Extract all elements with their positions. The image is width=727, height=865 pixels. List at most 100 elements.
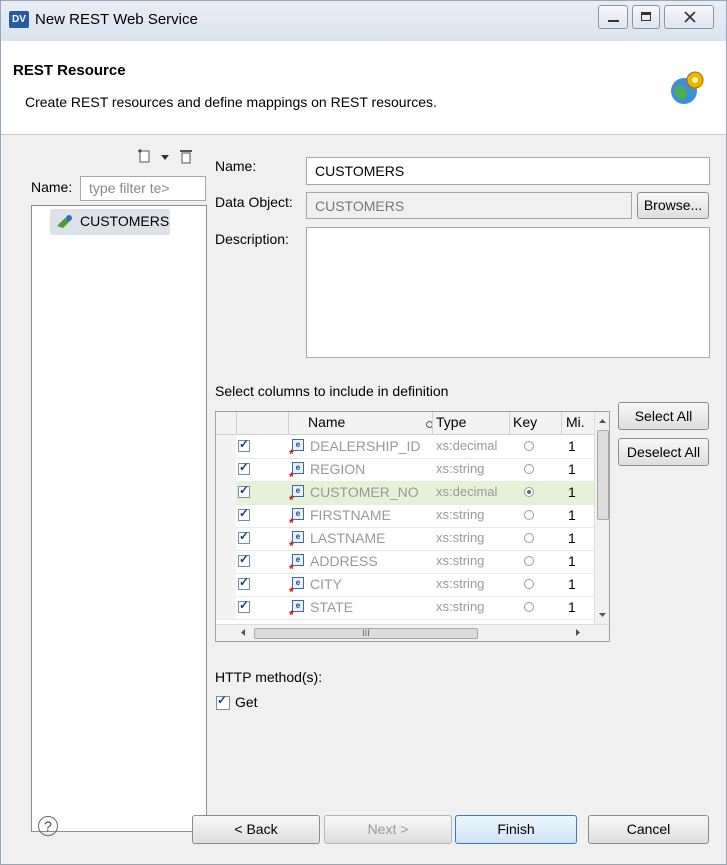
page-description: Create REST resources and define mapping… <box>25 94 437 110</box>
include-checkbox[interactable] <box>238 552 250 567</box>
row-selector[interactable] <box>216 527 236 550</box>
page-header: REST Resource Create REST resources and … <box>1 41 726 135</box>
scroll-thumb[interactable] <box>597 430 609 520</box>
column-header-type[interactable]: Type <box>436 414 466 430</box>
row-selector[interactable] <box>216 573 236 596</box>
back-button[interactable]: < Back <box>192 815 320 844</box>
row-selector[interactable] <box>216 458 236 481</box>
table-header: Name Type Key Mi. <box>216 412 609 435</box>
description-field[interactable] <box>306 227 710 358</box>
column-min: 1 <box>568 507 576 523</box>
include-checkbox[interactable] <box>238 506 250 521</box>
row-selector[interactable] <box>216 596 236 619</box>
table-row[interactable]: e*CITYxs:string1 <box>216 573 594 599</box>
column-type: xs:string <box>436 576 485 591</box>
browse-button[interactable]: Browse... <box>637 192 709 219</box>
key-radio[interactable] <box>524 487 534 497</box>
column-name: LASTNAME <box>310 530 386 546</box>
include-checkbox[interactable] <box>238 529 250 544</box>
name-field[interactable]: CUSTOMERS <box>306 157 710 185</box>
scroll-right-icon[interactable] <box>571 625 585 640</box>
table-row[interactable]: e*STATExs:string1 <box>216 596 594 622</box>
include-checkbox[interactable] <box>238 460 250 475</box>
finish-button[interactable]: Finish <box>455 815 577 844</box>
scroll-left-icon[interactable] <box>236 625 250 640</box>
column-header-key[interactable]: Key <box>513 414 537 430</box>
maximize-icon <box>641 12 651 21</box>
key-radio[interactable] <box>524 579 534 589</box>
column-min: 1 <box>568 599 576 615</box>
http-methods-label: HTTP method(s): <box>215 669 323 685</box>
deselect-all-button[interactable]: Deselect All <box>618 438 709 466</box>
dialog-window: DV New REST Web Service REST Resource Cr… <box>0 0 727 865</box>
get-checkbox[interactable] <box>216 693 230 710</box>
next-button: Next > <box>324 815 452 844</box>
description-label: Description: <box>215 231 289 247</box>
include-checkbox[interactable] <box>238 575 250 590</box>
column-name: REGION <box>310 461 366 477</box>
table-row[interactable]: e*ADDRESSxs:string1 <box>216 550 594 576</box>
include-checkbox[interactable] <box>238 483 250 498</box>
key-radio[interactable] <box>524 602 534 612</box>
row-selector[interactable] <box>216 550 236 573</box>
column-min: 1 <box>568 461 576 477</box>
tree-item-customers[interactable]: CUSTOMERS <box>50 209 170 235</box>
new-resource-icon[interactable] <box>137 148 153 164</box>
window-title: New REST Web Service <box>35 11 198 28</box>
key-radio[interactable] <box>524 510 534 520</box>
resource-icon <box>57 215 72 228</box>
key-radio[interactable] <box>524 441 534 451</box>
column-type: xs:string <box>436 530 485 545</box>
delete-icon[interactable] <box>179 148 193 164</box>
tree-item-label: CUSTOMERS <box>80 213 170 229</box>
row-selector[interactable] <box>216 481 236 504</box>
scroll-thumb-horizontal[interactable]: III <box>254 628 478 639</box>
column-name: ADDRESS <box>310 553 378 569</box>
row-selector[interactable] <box>216 435 236 458</box>
name-label: Name: <box>215 158 257 174</box>
column-min: 1 <box>568 576 576 592</box>
horizontal-scrollbar[interactable]: III <box>216 624 609 641</box>
maximize-button[interactable] <box>632 5 660 29</box>
column-min: 1 <box>568 553 576 569</box>
column-name: STATE <box>310 599 354 615</box>
scroll-down-icon[interactable] <box>595 608 610 622</box>
select-all-button[interactable]: Select All <box>618 402 709 430</box>
key-radio[interactable] <box>524 533 534 543</box>
chevron-down-icon[interactable] <box>160 153 170 163</box>
column-type: xs:decimal <box>436 438 498 453</box>
cancel-button[interactable]: Cancel <box>588 815 709 844</box>
close-icon <box>684 11 696 23</box>
filter-input[interactable]: type filter te> <box>80 176 206 201</box>
table-row[interactable]: e*FIRSTNAMExs:string1 <box>216 504 594 530</box>
column-name: FIRSTNAME <box>310 507 391 523</box>
get-label: Get <box>235 694 258 710</box>
page-title: REST Resource <box>13 62 126 79</box>
vertical-scrollbar[interactable] <box>594 412 610 624</box>
key-radio[interactable] <box>524 556 534 566</box>
app-logo-icon: DV <box>9 11 29 28</box>
globe-gear-icon <box>671 71 704 104</box>
include-checkbox[interactable] <box>238 598 250 613</box>
required-icon: * <box>289 608 294 622</box>
column-header-min[interactable]: Mi. <box>566 414 585 430</box>
column-header-name[interactable]: Name <box>308 414 345 430</box>
title-bar: DV New REST Web Service <box>1 1 726 41</box>
column-type: xs:decimal <box>436 484 498 499</box>
scroll-up-icon[interactable] <box>595 414 610 428</box>
minimize-icon <box>608 20 619 22</box>
include-checkbox[interactable] <box>238 437 250 452</box>
table-row[interactable]: e*LASTNAMExs:string1 <box>216 527 594 553</box>
column-min: 1 <box>568 438 576 454</box>
table-row[interactable]: e*REGIONxs:string1 <box>216 458 594 484</box>
column-name: CUSTOMER_NO <box>310 484 419 500</box>
table-row[interactable]: e*CUSTOMER_NOxs:decimal1 <box>216 481 594 507</box>
key-radio[interactable] <box>524 464 534 474</box>
close-button[interactable] <box>664 5 714 29</box>
help-button[interactable]: ? <box>38 816 58 836</box>
table-row[interactable]: e*DEALERSHIP_IDxs:decimal1 <box>216 435 594 461</box>
columns-table[interactable]: Name Type Key Mi. e*DEALERSHIP_IDxs:deci… <box>215 411 610 642</box>
column-type: xs:string <box>436 553 485 568</box>
row-selector[interactable] <box>216 504 236 527</box>
minimize-button[interactable] <box>598 5 628 29</box>
